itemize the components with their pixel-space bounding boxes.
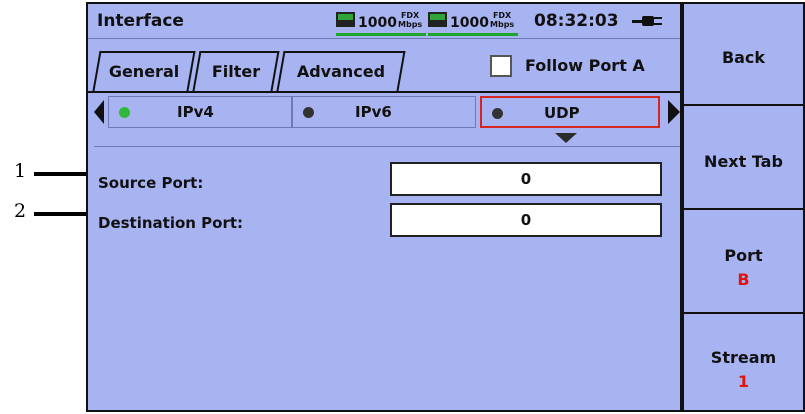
ac-plug-icon — [632, 16, 664, 26]
protocol-udp-label: UDP — [544, 104, 580, 122]
port-b-unit-label: Mbps — [490, 20, 515, 29]
callout-number-1: 1 — [14, 160, 27, 182]
destination-port-label: Destination Port: — [98, 214, 244, 232]
protocol-selector: IPv4 IPv6 UDP — [94, 94, 680, 130]
port-a-speed: 1000 — [358, 15, 397, 31]
protocol-ipv4[interactable]: IPv4 — [108, 96, 292, 128]
port-b-duplex: FDX Mbps — [490, 11, 514, 29]
scroll-right-arrow-icon[interactable] — [668, 100, 680, 124]
clock-time: 08:32:03 — [534, 11, 619, 31]
ipv4-status-icon — [119, 107, 130, 118]
port-b-fdx-label: FDX — [492, 11, 512, 20]
port-a-fdx-label: FDX — [400, 11, 420, 20]
back-button[interactable]: Back — [682, 2, 805, 106]
protocol-ipv6[interactable]: IPv6 — [292, 96, 476, 128]
tab-divider — [88, 91, 680, 93]
stream-button[interactable]: Stream 1 — [682, 312, 805, 412]
port-button-label: Port — [724, 246, 763, 265]
callout-number-2: 2 — [14, 200, 27, 222]
next-tab-button[interactable]: Next Tab — [682, 104, 805, 210]
udp-settings-panel: Source Port: 0 Destination Port: 0 — [94, 146, 680, 411]
source-port-field[interactable]: 0 — [390, 162, 662, 196]
udp-status-icon — [492, 108, 503, 119]
scroll-left-arrow-icon[interactable] — [94, 100, 104, 124]
port-button-value: B — [737, 270, 750, 289]
callout-line-2 — [34, 212, 86, 216]
status-bar: Interface 1000 FDX Mbps 1000 FDX Mbps 08… — [88, 4, 680, 39]
back-button-label: Back — [721, 48, 766, 67]
callout-line-1 — [34, 172, 86, 176]
next-tab-button-label: Next Tab — [704, 152, 783, 171]
tab-filter[interactable]: Filter — [192, 51, 280, 91]
tab-strip: General Filter Advanced Follow Port A — [88, 39, 680, 93]
protocol-udp[interactable]: UDP — [480, 96, 660, 128]
port-a-unit-label: Mbps — [398, 20, 423, 29]
tab-filter-label: Filter — [211, 62, 260, 81]
tab-advanced[interactable]: Advanced — [276, 51, 406, 91]
tab-advanced-label: Advanced — [296, 62, 385, 81]
port-button[interactable]: Port B — [682, 208, 805, 314]
stream-button-label: Stream — [710, 348, 777, 367]
protocol-ipv6-label: IPv6 — [355, 103, 392, 121]
port-b-link-icon — [428, 12, 447, 27]
screen-title: Interface — [97, 11, 184, 31]
ipv6-status-icon — [303, 107, 314, 118]
destination-port-field[interactable]: 0 — [390, 203, 662, 237]
port-a-link-bar — [336, 33, 426, 36]
port-a-duplex: FDX Mbps — [398, 11, 422, 29]
tab-general[interactable]: General — [92, 51, 196, 91]
softkey-panel: Back Next Tab Port B Stream 1 — [682, 2, 805, 412]
follow-port-checkbox[interactable] — [490, 55, 512, 77]
stream-button-value: 1 — [737, 372, 750, 391]
follow-port-label: Follow Port A — [525, 56, 645, 75]
port-a-link-icon — [336, 12, 355, 27]
port-b-speed: 1000 — [450, 15, 489, 31]
selected-protocol-indicator-icon — [555, 133, 577, 143]
source-port-label: Source Port: — [98, 174, 204, 192]
port-b-link-bar — [428, 33, 518, 36]
device-screen: Interface 1000 FDX Mbps 1000 FDX Mbps 08… — [86, 2, 682, 412]
protocol-ipv4-label: IPv4 — [177, 103, 214, 121]
tab-general-label: General — [108, 62, 180, 81]
